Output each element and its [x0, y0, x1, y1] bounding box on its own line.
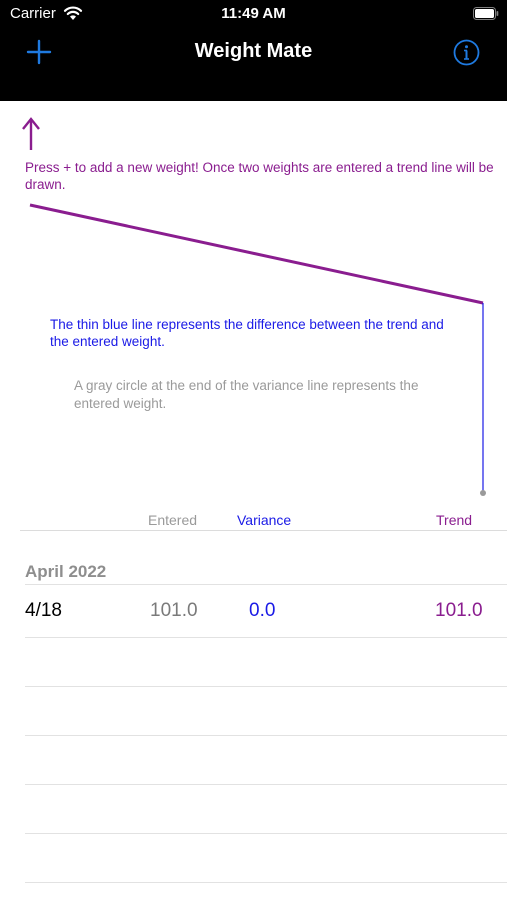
divider	[25, 784, 507, 785]
row-variance: 0.0	[249, 600, 276, 621]
row-entered: 101.0	[150, 600, 198, 621]
column-header-trend: Trend	[436, 512, 473, 528]
info-icon[interactable]	[453, 39, 480, 66]
weight-list	[0, 531, 507, 900]
divider	[25, 686, 507, 687]
divider	[25, 584, 507, 585]
battery-icon	[473, 7, 499, 20]
divider	[25, 735, 507, 736]
row-date: 4/18	[25, 600, 62, 621]
trend-line	[29, 203, 484, 305]
entered-weight-circle	[480, 490, 486, 496]
status-time: 11:49 AM	[221, 5, 286, 22]
navigation-bar: Carrier 11:49 AM Weight Mate	[0, 0, 507, 101]
divider	[25, 882, 507, 883]
entered-circle-hint: A gray circle at the end of the variance…	[74, 378, 419, 411]
column-header-variance: Variance	[237, 512, 292, 528]
app-screen: Carrier 11:49 AM Weight Mate Press + to …	[0, 0, 507, 900]
page-title: Weight Mate	[194, 40, 313, 62]
weight-graph: Press + to add a new weight! Once two we…	[0, 101, 507, 531]
divider	[25, 833, 507, 834]
column-header-entered: Entered	[148, 512, 198, 528]
row-trend: 101.0	[435, 600, 483, 621]
add-weight-hint: Press + to add a new weight! Once two we…	[25, 160, 494, 192]
variance-line-hint: The thin blue line represents the differ…	[50, 317, 444, 349]
section-header: April 2022	[25, 562, 107, 581]
divider	[25, 637, 507, 638]
